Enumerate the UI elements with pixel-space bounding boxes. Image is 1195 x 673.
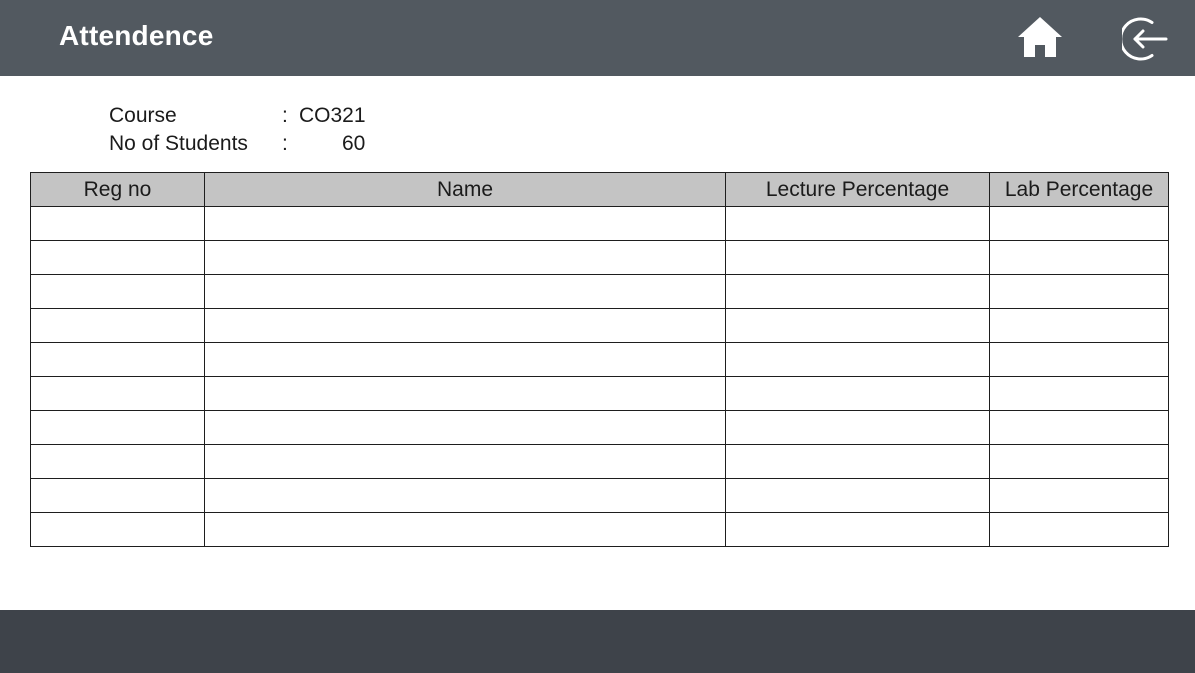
- table-row: [30, 376, 1169, 411]
- name-cell[interactable]: [204, 240, 726, 275]
- lab-percentage-cell[interactable]: [989, 308, 1169, 343]
- name-cell[interactable]: [204, 376, 726, 411]
- name-cell[interactable]: [204, 342, 726, 377]
- reg-no-cell[interactable]: [30, 206, 205, 241]
- lab-percentage-cell[interactable]: [989, 342, 1169, 377]
- home-button[interactable]: [1016, 15, 1064, 59]
- table-row: [30, 342, 1169, 377]
- reg-no-cell[interactable]: [30, 376, 205, 411]
- lecture-percentage-cell[interactable]: [725, 410, 990, 445]
- lecture-percentage-cell[interactable]: [725, 308, 990, 343]
- students-value: 60: [342, 132, 366, 155]
- lab-percentage-cell[interactable]: [989, 478, 1169, 513]
- lecture-percentage-cell[interactable]: [725, 478, 990, 513]
- name-cell[interactable]: [204, 274, 726, 309]
- lecture-percentage-cell[interactable]: [725, 444, 990, 479]
- reg-no-cell[interactable]: [30, 240, 205, 275]
- page-title: Attendence: [59, 20, 214, 51]
- lecture-percentage-cell[interactable]: [725, 376, 990, 411]
- name-cell[interactable]: [204, 308, 726, 343]
- table-row: [30, 308, 1169, 343]
- lecture-percentage-cell[interactable]: [725, 274, 990, 309]
- table-row: [30, 240, 1169, 275]
- attendance-table: Reg no Name Lecture Percentage Lab Perce…: [30, 172, 1169, 547]
- lab-percentage-cell[interactable]: [989, 444, 1169, 479]
- lab-percentage-cell[interactable]: [989, 206, 1169, 241]
- lecture-percentage-cell[interactable]: [725, 512, 990, 547]
- logout-icon: [1119, 17, 1168, 61]
- name-cell[interactable]: [204, 206, 726, 241]
- table-row: [30, 274, 1169, 309]
- reg-no-cell[interactable]: [30, 512, 205, 547]
- lecture-percentage-cell[interactable]: [725, 206, 990, 241]
- column-header-lab-percentage[interactable]: Lab Percentage: [989, 172, 1169, 207]
- reg-no-cell[interactable]: [30, 444, 205, 479]
- lab-percentage-cell[interactable]: [989, 410, 1169, 445]
- reg-no-cell[interactable]: [30, 274, 205, 309]
- column-header-lecture-percentage[interactable]: Lecture Percentage: [725, 172, 990, 207]
- name-cell[interactable]: [204, 410, 726, 445]
- course-value: CO321: [299, 104, 366, 127]
- table-row: [30, 444, 1169, 479]
- lab-percentage-cell[interactable]: [989, 512, 1169, 547]
- table-row: [30, 478, 1169, 513]
- students-label: No of Students: [109, 132, 248, 155]
- column-header-name[interactable]: Name: [204, 172, 726, 207]
- table-row: [30, 512, 1169, 547]
- lecture-percentage-cell[interactable]: [725, 342, 990, 377]
- name-cell[interactable]: [204, 478, 726, 513]
- home-icon: [1018, 17, 1062, 57]
- reg-no-cell[interactable]: [30, 410, 205, 445]
- reg-no-cell[interactable]: [30, 478, 205, 513]
- app-footer: [0, 610, 1195, 673]
- students-separator: :: [282, 132, 288, 155]
- app-header: Attendence: [0, 0, 1195, 76]
- reg-no-cell[interactable]: [30, 342, 205, 377]
- lab-percentage-cell[interactable]: [989, 376, 1169, 411]
- table-row: [30, 206, 1169, 241]
- course-separator: :: [282, 104, 288, 127]
- reg-no-cell[interactable]: [30, 308, 205, 343]
- table-header-row: Reg no Name Lecture Percentage Lab Perce…: [30, 172, 1169, 207]
- lecture-percentage-cell[interactable]: [725, 240, 990, 275]
- lab-percentage-cell[interactable]: [989, 240, 1169, 275]
- column-header-reg-no[interactable]: Reg no: [30, 172, 205, 207]
- lab-percentage-cell[interactable]: [989, 274, 1169, 309]
- name-cell[interactable]: [204, 512, 726, 547]
- course-label: Course: [109, 104, 177, 127]
- logout-button[interactable]: [1119, 16, 1170, 62]
- name-cell[interactable]: [204, 444, 726, 479]
- table-row: [30, 410, 1169, 445]
